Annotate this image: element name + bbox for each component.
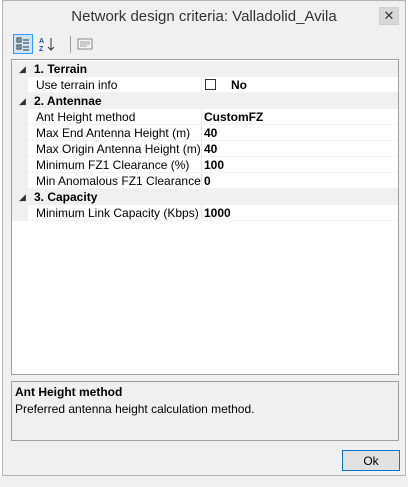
category-label: 3. Capacity bbox=[34, 190, 98, 204]
property-value[interactable]: CustomFZ bbox=[204, 110, 263, 124]
property-pages-icon bbox=[77, 38, 93, 50]
close-button[interactable]: ✕ bbox=[379, 7, 399, 25]
description-panel: Ant Height method Preferred antenna heig… bbox=[11, 381, 399, 441]
description-title: Ant Height method bbox=[15, 385, 123, 399]
property-value[interactable]: 100 bbox=[204, 158, 224, 172]
categorized-button[interactable] bbox=[13, 34, 33, 54]
property-value[interactable]: 40 bbox=[204, 126, 217, 140]
background-window-bottom bbox=[0, 476, 408, 487]
category-terrain[interactable]: ◢ 1. Terrain bbox=[12, 61, 398, 77]
svg-text:A: A bbox=[39, 38, 44, 45]
close-icon: ✕ bbox=[383, 8, 395, 23]
collapse-icon[interactable]: ◢ bbox=[19, 64, 26, 75]
category-antennae[interactable]: ◢ 2. Antennae bbox=[12, 93, 398, 109]
property-row-use-terrain-info[interactable]: Use terrain info No bbox=[12, 77, 398, 93]
description-text: Preferred antenna height calculation met… bbox=[15, 402, 255, 416]
ok-button[interactable]: Ok bbox=[342, 450, 400, 471]
use-terrain-info-checkbox[interactable] bbox=[205, 79, 216, 90]
property-name: Max End Antenna Height (m) bbox=[36, 126, 191, 140]
property-grid-toolbar: A Z bbox=[11, 33, 399, 57]
title-bar: Network design criteria: Valladolid_Avil… bbox=[3, 1, 405, 33]
property-name: Max Origin Antenna Height (m) bbox=[36, 142, 201, 156]
svg-text:Z: Z bbox=[39, 46, 44, 52]
property-row-minimum-link-capacity[interactable]: Minimum Link Capacity (Kbps) 1000 bbox=[12, 205, 398, 221]
collapse-icon[interactable]: ◢ bbox=[19, 192, 26, 203]
alphabetical-icon: A Z bbox=[39, 38, 55, 52]
dialog-title: Network design criteria: Valladolid_Avil… bbox=[71, 8, 337, 25]
property-row-minimum-fz1-clearance[interactable]: Minimum FZ1 Clearance (%) 100 bbox=[12, 157, 398, 173]
property-grid: ◢ 1. Terrain Use terrain info No ◢ 2. An… bbox=[11, 59, 399, 375]
property-name: Min Anomalous FZ1 Clearance ( bbox=[36, 174, 202, 188]
property-pages-button[interactable] bbox=[75, 34, 95, 54]
property-row-max-origin-antenna-height[interactable]: Max Origin Antenna Height (m) 40 bbox=[12, 141, 398, 157]
alphabetical-button[interactable]: A Z bbox=[37, 34, 57, 54]
property-row-max-end-antenna-height[interactable]: Max End Antenna Height (m) 40 bbox=[12, 125, 398, 141]
category-label: 1. Terrain bbox=[34, 62, 88, 76]
categorized-icon bbox=[16, 37, 29, 51]
property-name: Use terrain info bbox=[36, 78, 118, 92]
property-value: No bbox=[231, 78, 247, 92]
property-value[interactable]: 0 bbox=[204, 174, 211, 188]
collapse-icon[interactable]: ◢ bbox=[19, 96, 26, 107]
property-name: Minimum FZ1 Clearance (%) bbox=[36, 158, 190, 172]
property-value[interactable]: 1000 bbox=[204, 206, 231, 220]
property-row-min-anomalous-fz1-clearance[interactable]: Min Anomalous FZ1 Clearance ( 0 bbox=[12, 173, 398, 189]
property-name: Ant Height method bbox=[36, 110, 136, 124]
toolbar-separator bbox=[70, 36, 71, 53]
network-design-criteria-dialog: Network design criteria: Valladolid_Avil… bbox=[2, 0, 406, 476]
property-row-ant-height-method[interactable]: Ant Height method CustomFZ bbox=[12, 109, 398, 125]
property-value[interactable]: 40 bbox=[204, 142, 217, 156]
category-label: 2. Antennae bbox=[34, 94, 102, 108]
property-name: Minimum Link Capacity (Kbps) bbox=[36, 206, 199, 220]
category-capacity[interactable]: ◢ 3. Capacity bbox=[12, 189, 398, 205]
